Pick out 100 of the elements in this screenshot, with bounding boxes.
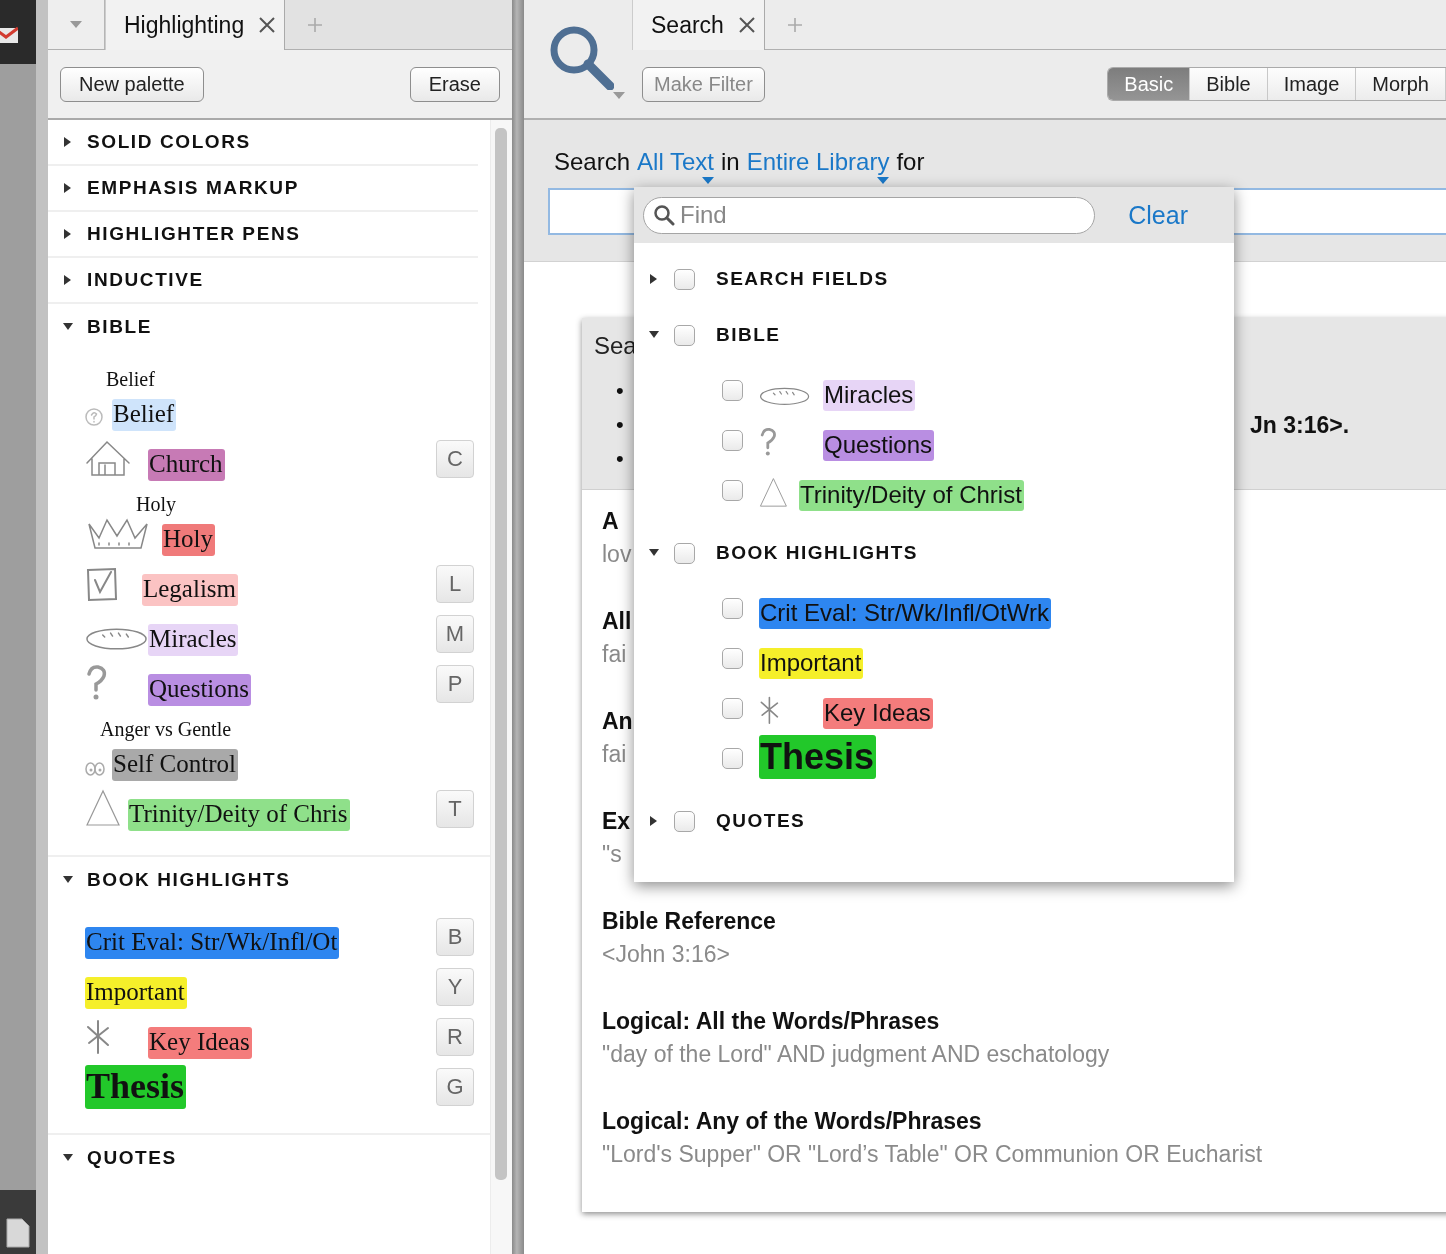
toolbar-button[interactable]: New palette [60, 66, 204, 102]
highlight-label[interactable]: Legalism [142, 574, 239, 606]
dropdown-caret-icon[interactable] [877, 177, 890, 185]
checkbox-sketch-icon [85, 566, 119, 602]
highlight-label[interactable]: Trinity/Deity of Chris [128, 799, 350, 831]
triangle-icon [85, 789, 121, 827]
asterisk-icon [759, 696, 780, 725]
clear-button[interactable]: Clear [1122, 199, 1194, 231]
highlight-label[interactable]: Church [148, 449, 225, 481]
highlight-label[interactable]: Holy [162, 524, 215, 556]
shortcut-key: B [436, 918, 474, 956]
crown-icon [85, 516, 151, 552]
section-header[interactable]: EMPHASIS MARKUP [48, 166, 478, 212]
help-example: fai [602, 641, 627, 668]
mode-tab[interactable]: Bible [1190, 68, 1268, 100]
style-caption: Anger vs Gentle [100, 718, 232, 741]
bullet: • [616, 378, 625, 404]
highlight-label[interactable]: Thesis [85, 1065, 187, 1110]
document-icon[interactable] [6, 1218, 30, 1248]
group-title: BOOK HIGHLIGHTS [716, 542, 918, 564]
group-title: QUOTES [716, 810, 806, 833]
checkbox[interactable] [674, 542, 695, 564]
checkbox[interactable] [674, 324, 695, 346]
checkbox[interactable] [674, 810, 695, 832]
checkbox[interactable] [722, 598, 743, 619]
help-title: Ex [602, 808, 631, 835]
section-header[interactable]: INDUCTIVE [48, 258, 478, 304]
highlight-label[interactable]: Important [85, 977, 187, 1009]
group-title: SEARCH FIELDS [716, 268, 889, 290]
highlight-label[interactable]: Thesis [759, 735, 877, 780]
help-title: Logical: Any of the Words/Phrases [602, 1108, 982, 1135]
shortcut-key: R [436, 1018, 474, 1056]
section-title: SOLID COLORS [87, 131, 251, 153]
highlight-label[interactable]: Key Ideas [823, 698, 933, 729]
search-icon[interactable] [548, 24, 614, 90]
help-example: "day of the Lord" AND judgment AND eschatology [602, 1041, 1110, 1068]
checkbox[interactable] [722, 480, 743, 501]
query-label: for [896, 148, 925, 176]
checkbox[interactable] [722, 698, 743, 719]
checkbox[interactable] [674, 268, 695, 290]
mode-tab[interactable]: Image [1267, 68, 1357, 100]
bread-icon [759, 386, 811, 407]
search-icon [653, 203, 675, 226]
shortcut-key: C [436, 440, 474, 478]
group-title: BIBLE [716, 324, 781, 346]
highlight-label[interactable]: Important [759, 648, 864, 679]
panel-tab[interactable]: Search [632, 0, 765, 50]
section-title: INDUCTIVE [87, 269, 204, 291]
caret-icon[interactable] [613, 92, 625, 100]
find-field[interactable]: Find [643, 196, 1095, 234]
shortcut-key: Y [436, 968, 474, 1006]
question-mark-icon [85, 664, 109, 702]
help-title: Bible Reference [602, 908, 776, 935]
highlight-label[interactable]: Miracles [823, 380, 916, 411]
style-caption: Belief [106, 368, 155, 391]
highlight-label[interactable]: Trinity/Deity of Christ [799, 480, 1024, 511]
shortcut-key: L [436, 565, 474, 603]
triangle-icon [759, 476, 788, 507]
toolbar-button[interactable]: Erase [409, 66, 500, 102]
section-title: EMPHASIS MARKUP [87, 177, 299, 199]
bullet: • [616, 446, 625, 472]
scope-link[interactable]: All Text [637, 148, 714, 176]
question-mark-icon [759, 426, 779, 457]
dropdown-caret-icon[interactable] [701, 177, 714, 185]
highlight-label[interactable]: Crit Eval: Str/Wk/Infl/Ot [85, 927, 340, 959]
section-header[interactable]: SOLID COLORS [48, 120, 478, 166]
library-link[interactable]: Entire Library [746, 148, 890, 176]
help-title: An [602, 708, 633, 735]
bullet: • [616, 412, 625, 438]
checkbox[interactable] [722, 748, 743, 770]
section-title: QUOTES [87, 1147, 177, 1170]
highlight-label[interactable]: Belief [112, 399, 177, 431]
highlight-label[interactable]: Questions [823, 430, 935, 461]
help-example: fai [602, 741, 627, 768]
bread-icon [85, 626, 148, 652]
highlight-label[interactable]: Questions [148, 674, 251, 706]
highlight-label[interactable]: Crit Eval: Str/Wk/Infl/OtWrk [759, 598, 1051, 629]
panel-tab[interactable]: Highlighting [105, 0, 286, 50]
shortcut-key: T [436, 790, 474, 828]
highlight-label[interactable]: Key Ideas [148, 1027, 252, 1059]
section-header[interactable]: HIGHLIGHTER PENS [48, 212, 478, 258]
close-icon[interactable] [258, 16, 277, 34]
section-header[interactable]: BOOK HIGHLIGHTS [48, 857, 478, 903]
mode-tab[interactable]: Morph [1356, 68, 1446, 100]
checkbox[interactable] [722, 380, 743, 401]
section-header[interactable]: BIBLE [48, 304, 478, 350]
highlight-label[interactable]: Self Control [112, 749, 238, 781]
checkbox[interactable] [722, 648, 743, 669]
mail-icon[interactable] [0, 26, 18, 44]
help-text: Jn 3:16>. [1250, 411, 1350, 439]
help-title: Logical: All the Words/Phrases [602, 1008, 940, 1035]
checkbox[interactable] [722, 430, 743, 451]
highlight-label[interactable]: Miracles [148, 624, 239, 656]
eyes-icon [85, 761, 105, 777]
section-title: HIGHLIGHTER PENS [87, 223, 301, 245]
close-icon[interactable] [737, 16, 756, 34]
section-header[interactable]: QUOTES [48, 1135, 478, 1182]
query-label: in [720, 148, 740, 176]
scrollbar[interactable] [490, 120, 512, 1254]
section-title: BIBLE [87, 316, 152, 338]
